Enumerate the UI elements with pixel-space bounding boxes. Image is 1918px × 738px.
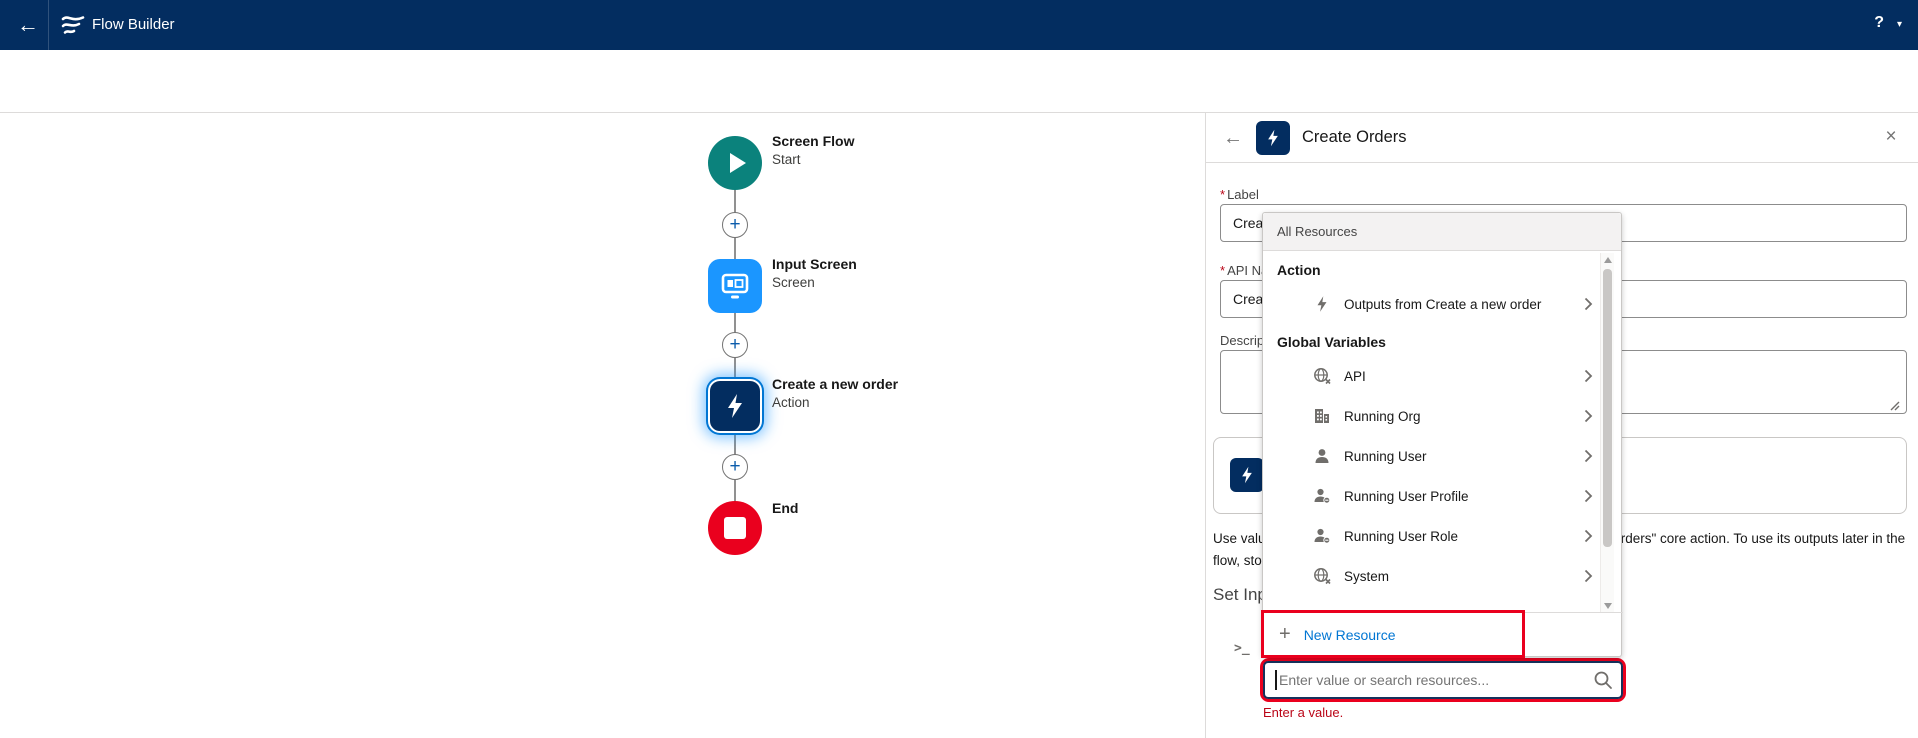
action-node-selected[interactable]	[708, 379, 762, 433]
resource-search-annotation-outline	[1260, 658, 1626, 702]
org-icon	[1313, 407, 1331, 425]
chevron-right-icon	[1584, 529, 1593, 543]
panel-title: Create Orders	[1302, 128, 1407, 147]
panel-header: ← Create Orders ×	[1206, 113, 1918, 163]
dropdown-item-running-user-profile[interactable]: Running User Profile	[1263, 476, 1623, 516]
terminal-input-icon: >_	[1234, 641, 1250, 656]
navbar-divider	[48, 0, 49, 50]
top-navbar: ← Flow Builder ? ▾	[0, 0, 1918, 50]
lightning-icon	[1313, 295, 1331, 313]
user-icon	[1313, 447, 1331, 465]
action-card-lightning-icon	[1230, 458, 1264, 492]
add-element-button-2[interactable]: +	[722, 332, 748, 358]
flow-canvas[interactable]: Screen Flow Start + Input Screen Screen …	[0, 113, 1205, 738]
screen-icon	[720, 272, 750, 300]
section-heading-global-variables: Global Variables	[1263, 324, 1623, 356]
error-message: Enter a value.	[1263, 705, 1343, 720]
user-badge-icon	[1313, 487, 1331, 505]
panel-back-arrow-icon[interactable]: ←	[1220, 125, 1246, 151]
globe-icon	[1313, 567, 1331, 585]
play-icon	[730, 153, 746, 173]
dropdown-item-outputs[interactable]: Outputs from Create a new order	[1263, 284, 1623, 324]
screen-node[interactable]	[708, 259, 762, 313]
help-caret-icon[interactable]: ▾	[1897, 19, 1902, 30]
start-node-label: Screen Flow Start	[772, 133, 854, 167]
dropdown-item-running-org[interactable]: Running Org	[1263, 396, 1623, 436]
search-icon	[1593, 670, 1613, 690]
lightning-icon	[722, 392, 748, 420]
add-element-button-1[interactable]: +	[722, 212, 748, 238]
toolbar: ✓ Select Elements ↶ ↷ ⊘ ⚙ Auto-Layout ▾ …	[0, 50, 1918, 113]
chevron-right-icon	[1584, 449, 1593, 463]
app-title: Flow Builder	[92, 16, 175, 33]
stop-icon	[724, 517, 746, 539]
start-node[interactable]	[708, 136, 762, 190]
chevron-right-icon	[1584, 489, 1593, 503]
dropdown-item-running-user-role[interactable]: Running User Role	[1263, 516, 1623, 556]
resource-picker-dropdown: All Resources Action Outputs from Create…	[1262, 212, 1622, 657]
chevron-right-icon	[1584, 569, 1593, 583]
action-type-icon	[1256, 121, 1290, 155]
help-icon[interactable]: ?	[1874, 14, 1884, 32]
plus-icon: +	[1279, 623, 1291, 646]
action-node-label: Create a new order Action	[772, 376, 898, 410]
section-heading-action: Action	[1263, 252, 1623, 284]
scroll-up-icon[interactable]	[1604, 257, 1612, 263]
globe-icon	[1313, 367, 1331, 385]
dropdown-item-api[interactable]: API	[1263, 356, 1623, 396]
dropdown-list: Action Outputs from Create a new order G…	[1263, 252, 1623, 612]
dropdown-header: All Resources	[1263, 213, 1621, 251]
end-node[interactable]	[708, 501, 762, 555]
scroll-down-icon[interactable]	[1604, 603, 1612, 609]
screen-node-label: Input Screen Screen	[772, 256, 857, 290]
new-resource-button[interactable]: + New Resource	[1263, 612, 1623, 656]
chevron-right-icon	[1584, 369, 1593, 383]
label-field-label: *Label	[1220, 187, 1259, 202]
resource-search-input[interactable]	[1263, 661, 1623, 699]
user-badge-icon	[1313, 527, 1331, 545]
dropdown-item-running-user[interactable]: Running User	[1263, 436, 1623, 476]
close-icon[interactable]: ×	[1879, 125, 1903, 149]
dropdown-scrollbar[interactable]	[1600, 253, 1614, 613]
chevron-right-icon	[1584, 409, 1593, 423]
flow-builder-logo-icon	[60, 13, 86, 37]
scrollbar-thumb[interactable]	[1603, 269, 1612, 547]
text-cursor	[1275, 670, 1277, 690]
dropdown-item-system[interactable]: System	[1263, 556, 1623, 596]
end-node-label: End	[772, 500, 798, 516]
back-arrow-icon[interactable]: ←	[10, 8, 46, 42]
chevron-right-icon	[1584, 297, 1593, 311]
add-element-button-3[interactable]: +	[722, 454, 748, 480]
